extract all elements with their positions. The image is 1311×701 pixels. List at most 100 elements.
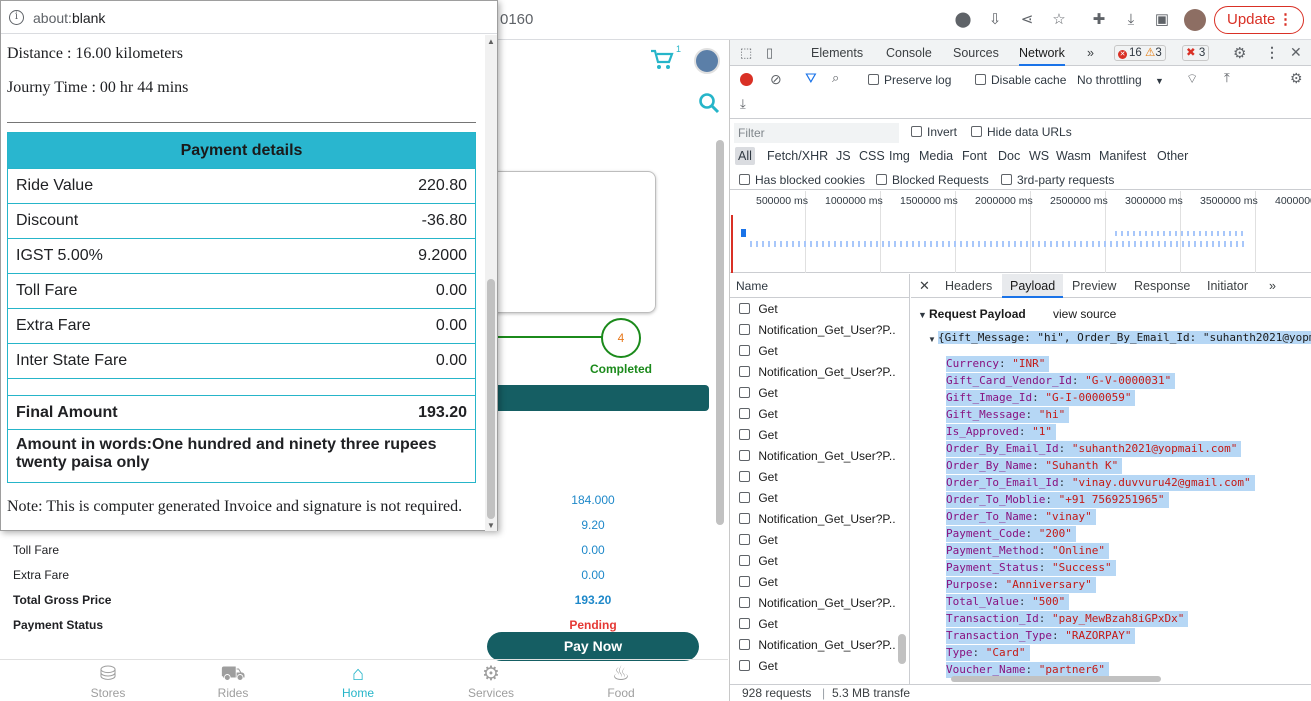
side-panel-icon[interactable]: ▣ [1152,10,1172,30]
network-conditions-icon[interactable]: ⌔ [1186,71,1198,87]
request-checkbox[interactable] [739,513,750,524]
clear-icon[interactable]: ⊘ [770,71,782,88]
network-timeline[interactable]: 500000 ms 1000000 ms 1500000 ms 2000000 … [730,191,1311,273]
type-filter-all[interactable]: All [735,147,755,165]
request-row[interactable]: Get [730,551,896,572]
profile-avatar[interactable] [1184,9,1206,31]
search-icon[interactable] [698,92,720,114]
payload-field[interactable]: Currency: "INR" [946,356,1050,372]
tab-initiator[interactable]: Initiator [1207,274,1248,298]
type-filter-css[interactable]: CSS [859,147,885,165]
payload-field[interactable]: Total_Value: "500" [946,594,1070,610]
request-checkbox[interactable] [739,324,750,335]
request-row[interactable]: Notification_Get_User?P... [730,446,896,467]
payload-field[interactable]: Order_By_Name: "Suhanth K" [946,458,1123,474]
payload-field[interactable]: Gift_Card_Vendor_Id: "G-V-0000031" [946,373,1176,389]
payload-field[interactable]: Transaction_Id: "pay_MewBzah8iGPxDx" [946,611,1189,627]
nav-services[interactable]: ⚙ Services [451,662,531,700]
type-filter-font[interactable]: Font [962,147,987,165]
request-row[interactable]: Get [730,383,896,404]
inspect-icon[interactable]: ⬚ [740,45,752,61]
request-row[interactable]: Get [730,614,896,635]
request-row[interactable]: Notification_Get_User?P... [730,509,896,530]
scroll-down-icon[interactable]: ▼ [487,521,495,530]
download-icon[interactable]: ⤓ [1121,10,1141,30]
type-filter-manifest[interactable]: Manifest [1099,147,1146,165]
type-filter-js[interactable]: JS [836,147,851,165]
request-checkbox[interactable] [739,618,750,629]
payload-field[interactable]: Order_To_Moblie: "+91 7569251965" [946,492,1169,508]
request-row[interactable]: Get [730,656,896,677]
filter-icon[interactable]: ⛛ [805,70,817,87]
filter-input[interactable]: Filter [734,123,899,143]
user-avatar[interactable] [694,48,720,74]
name-column-header[interactable]: Name [730,274,910,298]
horizontal-scrollbar[interactable] [951,676,1161,682]
request-checkbox[interactable] [739,555,750,566]
request-row[interactable]: Get [730,404,896,425]
type-filter-wasm[interactable]: Wasm [1056,147,1091,165]
request-checkbox[interactable] [739,660,750,671]
type-filter-ws[interactable]: WS [1029,147,1049,165]
payload-field[interactable]: Payment_Status: "Success" [946,560,1116,576]
request-row[interactable]: Get [730,530,896,551]
request-row[interactable]: Notification_Get_User?P... [730,362,896,383]
request-checkbox[interactable] [739,387,750,398]
request-row[interactable]: Notification_Get_User?P... [730,635,896,656]
type-filter-media[interactable]: Media [919,147,953,165]
import-har-icon[interactable]: ⤒ [1224,70,1230,86]
app-scrollbar[interactable] [716,140,724,525]
pay-now-button[interactable]: Pay Now [487,632,699,661]
location-icon[interactable]: ⬤ [953,10,973,30]
request-row[interactable]: Get [730,488,896,509]
payload-summary[interactable]: {Gift_Message: "hi", Order_By_Email_Id: … [938,331,1311,347]
payload-field[interactable]: Order_To_Name: "vinay" [946,509,1096,525]
popup-address-bar[interactable]: i about:blank [1,1,497,34]
more-options-icon[interactable]: ⋮ [1265,44,1279,61]
disable-cache-checkbox[interactable]: Disable cache [975,73,1066,87]
tab-preview[interactable]: Preview [1072,274,1116,298]
type-filter-fetch[interactable]: Fetch/XHR [767,147,828,165]
request-checkbox[interactable] [739,345,750,356]
export-har-icon[interactable]: ⤓ [740,96,746,112]
address-bar-fragment[interactable]: 0160 [500,11,533,28]
payload-field[interactable]: Payment_Method: "Online" [946,543,1109,559]
payload-field[interactable]: Order_To_Email_Id: "vinay.duvvuru42@gmai… [946,475,1255,491]
request-checkbox[interactable] [739,576,750,587]
tab-response[interactable]: Response [1134,274,1190,298]
share-icon[interactable]: ⋖ [1017,10,1037,30]
more-tabs-icon[interactable]: » [1087,40,1094,66]
type-filter-img[interactable]: Img [889,147,910,165]
scroll-thumb[interactable] [898,634,906,664]
record-icon[interactable] [740,73,753,86]
request-row[interactable]: Get [730,341,896,362]
nav-food[interactable]: ♨ Food [581,662,661,700]
request-checkbox[interactable] [739,639,750,650]
payload-field[interactable]: Payment_Code: "200" [946,526,1076,542]
collapse-arrow-icon[interactable]: ▼ [918,310,927,320]
request-checkbox[interactable] [739,366,750,377]
tab-elements[interactable]: Elements [811,40,863,66]
more-detail-tabs-icon[interactable]: » [1269,274,1276,298]
payload-field[interactable]: Is_Approved: "1" [946,424,1056,440]
request-checkbox[interactable] [739,492,750,503]
popup-url[interactable]: about:blank [33,10,105,26]
scroll-thumb[interactable] [487,279,495,519]
type-filter-doc[interactable]: Doc [998,147,1020,165]
payload-field[interactable]: Gift_Image_Id: "G-I-0000059" [946,390,1136,406]
preserve-log-checkbox[interactable]: Preserve log [868,73,951,87]
request-row[interactable]: Notification_Get_User?P... [730,593,896,614]
third-party-checkbox[interactable]: 3rd-party requests [1001,173,1114,187]
error-warning-badge[interactable]: ✕ 16 ⚠3 [1114,45,1166,61]
nav-rides[interactable]: ⛟ Rides [193,662,273,700]
view-source-link[interactable]: view source [1053,307,1116,321]
request-checkbox[interactable] [739,471,750,482]
tab-sources[interactable]: Sources [953,40,999,66]
nav-home[interactable]: ⌂ Home [318,662,398,700]
hide-data-urls-checkbox[interactable]: Hide data URLs [971,125,1072,139]
cart-icon[interactable] [650,49,676,71]
device-toolbar-icon[interactable]: ▯ [766,45,773,61]
request-checkbox[interactable] [739,597,750,608]
throttling-select[interactable]: No throttling ▼ [1077,73,1164,87]
tab-payload[interactable]: Payload [1002,274,1064,298]
